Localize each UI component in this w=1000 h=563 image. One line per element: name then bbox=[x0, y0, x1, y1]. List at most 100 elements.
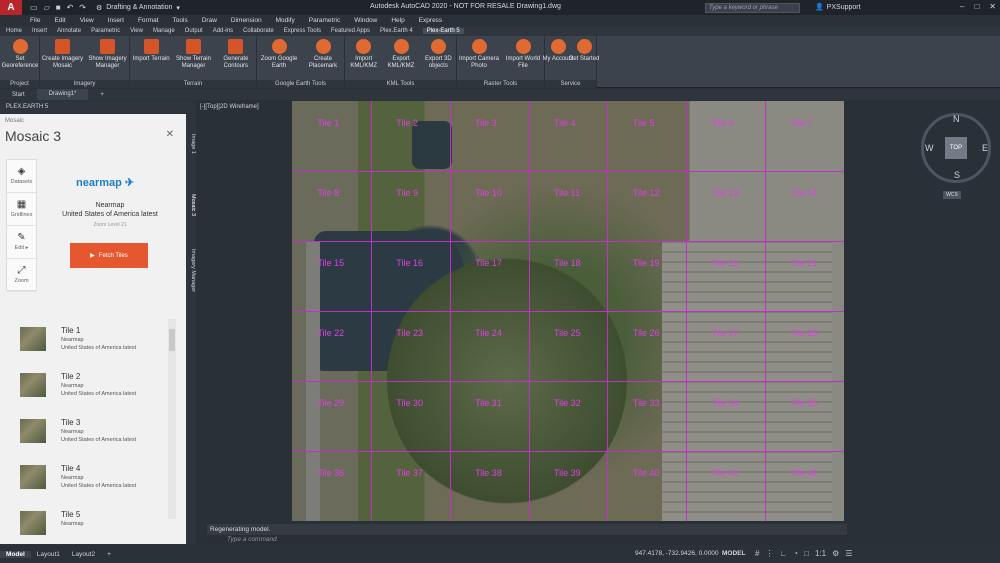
tab-imagery-manager[interactable]: Imagery Manager bbox=[186, 249, 196, 292]
menu-edit[interactable]: Edit bbox=[54, 17, 65, 24]
drawing-viewport[interactable]: [-][Top][2D Wireframe] Tile 1 Tile 2 Tile … bbox=[197, 101, 1000, 544]
layout-tab-layout2[interactable]: Layout2 bbox=[66, 551, 101, 558]
app-logo[interactable]: A bbox=[0, 0, 22, 15]
layers-icon: ◈ bbox=[17, 166, 26, 177]
tile-thumbnail bbox=[20, 373, 46, 397]
grid-icon[interactable]: # bbox=[755, 549, 759, 558]
viewport-controls[interactable]: [-][Top][2D Wireframe] bbox=[200, 104, 259, 110]
redo-icon[interactable]: ↷ bbox=[79, 3, 86, 12]
layout-tab-model[interactable]: Model bbox=[0, 550, 31, 558]
import-camera-photo-button[interactable]: Import Camera Photo bbox=[457, 39, 501, 70]
zoom-button[interactable]: ⤢ Zoom bbox=[7, 259, 36, 292]
provider-logo-text: nearmap bbox=[76, 177, 122, 189]
ribbon-tab-parametric[interactable]: Parametric bbox=[91, 28, 120, 34]
tab-start[interactable]: Start bbox=[0, 92, 37, 98]
get-started-button[interactable]: Get Started bbox=[562, 39, 606, 63]
tile-list-item[interactable]: Tile 1 Nearmap United States of America la… bbox=[20, 323, 170, 363]
grid-line bbox=[292, 451, 844, 452]
compass-south[interactable]: S bbox=[954, 170, 960, 180]
user-account[interactable]: 👤 PXSupport bbox=[815, 3, 861, 12]
open-icon[interactable]: ▱ bbox=[44, 3, 50, 12]
tile-list-scrollbar[interactable] bbox=[168, 319, 176, 519]
tab-mosaic-3[interactable]: Mosaic 3 bbox=[186, 194, 196, 216]
workspace-dropdown[interactable]: ⚙ Drafting & Annotation ▾ bbox=[96, 4, 180, 12]
ribbon-tab-output[interactable]: Output bbox=[185, 28, 203, 34]
menu-format[interactable]: Format bbox=[138, 17, 159, 24]
menu-modify[interactable]: Modify bbox=[276, 17, 295, 24]
export-3d-objects-button[interactable]: Export 3D objects bbox=[416, 39, 460, 70]
ribbon-tab-collaborate[interactable]: Collaborate bbox=[243, 28, 274, 34]
close-icon[interactable]: ✕ bbox=[989, 2, 996, 11]
tile-list-item[interactable]: Tile 3 Nearmap United States of America la… bbox=[20, 415, 170, 455]
ribbon-tab-add-ins[interactable]: Add-ins bbox=[213, 28, 233, 34]
grid-line bbox=[292, 311, 844, 312]
undo-icon[interactable]: ↶ bbox=[67, 3, 74, 12]
menu-parametric[interactable]: Parametric bbox=[309, 17, 340, 24]
menu-window[interactable]: Window bbox=[354, 17, 377, 24]
snap-icon[interactable]: ⋮ bbox=[765, 549, 773, 558]
compass-west[interactable]: W bbox=[925, 143, 934, 153]
command-input[interactable]: Type a command bbox=[207, 535, 847, 545]
edit-button[interactable]: ✎ Edit ▸ bbox=[7, 226, 36, 259]
wcs-menu[interactable]: WCS bbox=[943, 191, 961, 199]
cursor-coordinates[interactable]: 947.4178, -732.9426, 0.0000 bbox=[635, 550, 719, 557]
create-placemark-button[interactable]: Create Placemark bbox=[301, 39, 345, 70]
show-imagery-manager-button[interactable]: Show Imagery Manager bbox=[86, 39, 130, 70]
menu-insert[interactable]: Insert bbox=[108, 17, 124, 24]
ribbon-tab-home[interactable]: Home bbox=[6, 28, 22, 34]
ortho-icon[interactable]: ∟ bbox=[779, 549, 787, 558]
viewcube-top-face[interactable]: TOP bbox=[945, 137, 967, 159]
ribbon-tab-view[interactable]: View bbox=[130, 28, 143, 34]
search-input[interactable]: Type a keyword or phrase bbox=[705, 3, 800, 13]
tile-list-item[interactable]: Tile 5 Nearmap bbox=[20, 507, 170, 541]
tab-image-1[interactable]: Image 1 bbox=[186, 134, 196, 154]
new-tab-icon[interactable]: + bbox=[88, 92, 116, 98]
scrollbar-thumb[interactable] bbox=[169, 329, 175, 351]
settings-icon[interactable]: ⚙ bbox=[832, 549, 839, 558]
layout-tab-layout1[interactable]: Layout1 bbox=[31, 551, 66, 558]
polar-icon[interactable]: ◔ bbox=[793, 549, 798, 558]
ribbon-tab-express-tools[interactable]: Express Tools bbox=[284, 28, 321, 34]
add-layout-icon[interactable]: + bbox=[101, 551, 117, 558]
set-georeference-button[interactable]: Set Georeference bbox=[0, 39, 42, 70]
menu-tools[interactable]: Tools bbox=[173, 17, 188, 24]
model-space-toggle[interactable]: MODEL bbox=[722, 550, 745, 557]
edit-label: Edit bbox=[14, 245, 25, 251]
maximize-icon[interactable]: □ bbox=[974, 2, 979, 11]
menu-view[interactable]: View bbox=[80, 17, 94, 24]
zoom-google-earth-button[interactable]: Zoom Google Earth bbox=[257, 39, 301, 70]
ribbon-tab-plex-earth-5[interactable]: Plex-Earth 5 bbox=[422, 28, 464, 34]
tile-list-item[interactable]: Tile 4 Nearmap United States of America la… bbox=[20, 461, 170, 501]
generate-contours-button[interactable]: Generate Contours bbox=[214, 39, 258, 70]
customize-icon[interactable]: ☰ bbox=[845, 549, 852, 558]
tab-drawing1[interactable]: Drawing1* bbox=[36, 89, 89, 100]
menu-file[interactable]: File bbox=[30, 17, 40, 24]
compass-east[interactable]: E bbox=[982, 143, 988, 153]
tile-thumbnail bbox=[20, 465, 46, 489]
import-terrain-button[interactable]: Import Terrain bbox=[129, 39, 173, 63]
menu-dimension[interactable]: Dimension bbox=[231, 17, 262, 24]
create-imagery-mosaic-button[interactable]: Create Imagery Mosaic bbox=[41, 39, 85, 70]
gridlines-button[interactable]: ▦ Gridlines bbox=[7, 193, 36, 226]
ribbon-tab-plex-earth-4[interactable]: Plex.Earth 4 bbox=[380, 28, 413, 34]
menu-help[interactable]: Help bbox=[391, 17, 404, 24]
ribbon-tab-insert[interactable]: Insert bbox=[32, 28, 47, 34]
ribbon-tab-annotate[interactable]: Annotate bbox=[57, 28, 81, 34]
menu-express[interactable]: Express bbox=[419, 17, 442, 24]
osnap-icon[interactable]: □ bbox=[804, 549, 809, 558]
save-icon[interactable]: ■ bbox=[56, 3, 61, 12]
fetch-tiles-button[interactable]: ▶ Fetch Tiles bbox=[70, 243, 148, 268]
datasets-button[interactable]: ◈ Datasets bbox=[7, 160, 36, 193]
show-terrain-manager-button[interactable]: Show Terrain Manager bbox=[172, 39, 216, 70]
ribbon-tab-featured-apps[interactable]: Featured Apps bbox=[331, 28, 370, 34]
close-icon[interactable]: ✕ bbox=[166, 129, 174, 140]
play-icon: ▶ bbox=[90, 253, 95, 259]
new-icon[interactable]: ▭ bbox=[30, 3, 38, 12]
compass-north[interactable]: N bbox=[953, 114, 960, 124]
viewcube[interactable]: N S E W TOP bbox=[921, 113, 991, 183]
tile-list-item[interactable]: Tile 2 Nearmap United States of America la… bbox=[20, 369, 170, 409]
menu-draw[interactable]: Draw bbox=[202, 17, 217, 24]
minimize-icon[interactable]: – bbox=[960, 2, 964, 11]
annotation-scale[interactable]: 1:1 bbox=[815, 549, 826, 558]
ribbon-tab-manage[interactable]: Manage bbox=[153, 28, 175, 34]
